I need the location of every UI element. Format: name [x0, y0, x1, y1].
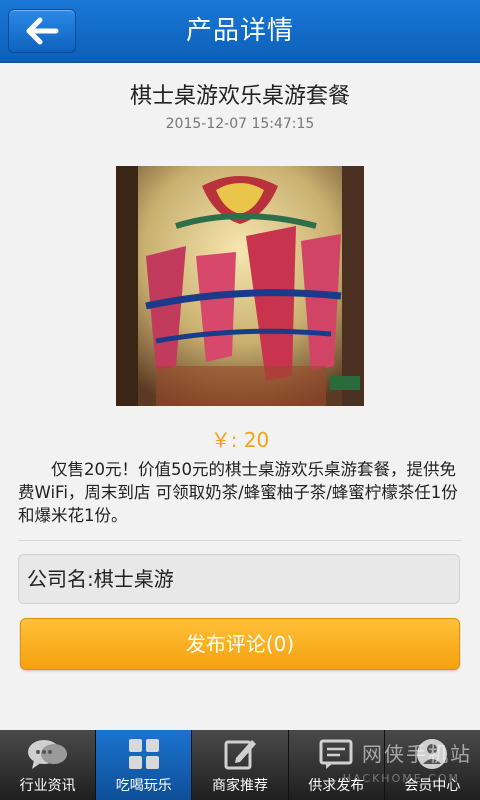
- chat-bubbles-icon: [27, 740, 67, 769]
- grid-icon: [128, 739, 159, 769]
- tab-supply-demand[interactable]: 供求发布: [289, 730, 385, 800]
- bottom-tab-bar: 行业资讯 吃喝玩乐 商家推荐 供求发布 会员中心: [0, 730, 480, 800]
- user-icon: [417, 739, 448, 769]
- product-photo: [116, 166, 364, 406]
- edit-icon: [224, 740, 256, 770]
- divider: [18, 540, 462, 541]
- tab-label: 吃喝玩乐: [115, 778, 172, 794]
- product-description: 仅售20元！价值50元的棋士桌游欢乐桌游套餐，提供免费WiFi，周末到店 可领取…: [18, 460, 458, 525]
- publish-time: 2015-12-07 15:47:15: [165, 116, 315, 132]
- post-comment-button[interactable]: 发布评论(0): [20, 618, 460, 670]
- message-icon: [319, 739, 353, 769]
- product-title: 棋士桌游欢乐桌游套餐: [129, 84, 350, 109]
- tab-label: 行业资讯: [19, 778, 76, 794]
- tab-label: 商家推荐: [212, 778, 268, 794]
- tab-merchant-recommend[interactable]: 商家推荐: [192, 730, 289, 800]
- page-title: 产品详情: [185, 16, 294, 46]
- product-price: ￥: 20: [210, 428, 270, 452]
- company-name-field: 公司名:棋士桌游: [18, 554, 460, 604]
- watermark-sub: HACKHOME.COM: [342, 772, 460, 785]
- tab-industry-news[interactable]: 行业资讯: [0, 730, 97, 800]
- header-bar: 产品详情: [0, 0, 480, 63]
- tab-food-fun[interactable]: 吃喝玩乐: [96, 730, 193, 800]
- tab-member-center[interactable]: 会员中心: [385, 730, 480, 800]
- product-detail: 棋士桌游欢乐桌游套餐 2015-12-07 15:47:15 ￥: 20 仅售2…: [0, 62, 480, 730]
